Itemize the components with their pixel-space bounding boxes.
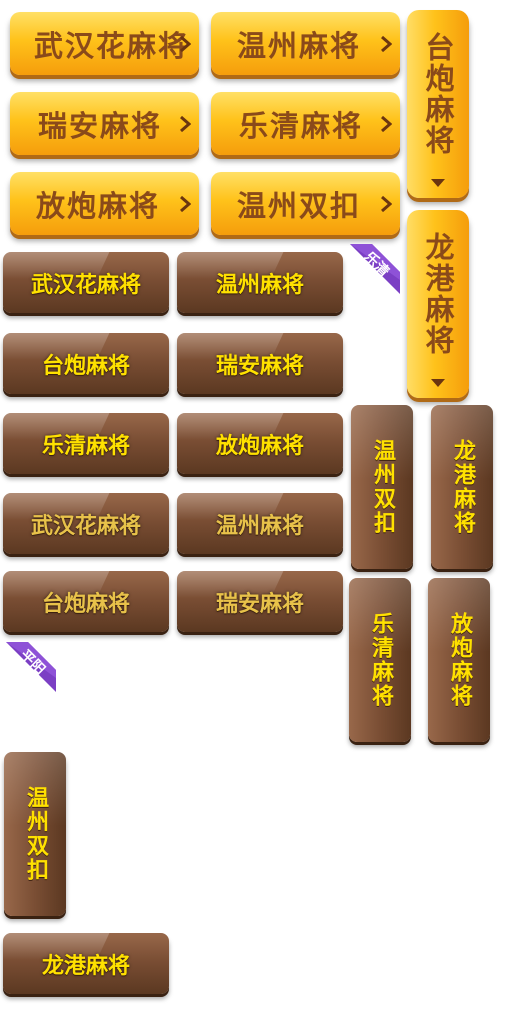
brown-button-yueqing[interactable]: 乐清麻将 (3, 413, 169, 474)
gold-button-fangpao[interactable]: 放炮麻将 (10, 172, 199, 235)
brown-button-ruian[interactable]: 瑞安麻将 (177, 333, 343, 394)
gold-button-label: 温州麻将 (237, 28, 362, 63)
gold-button-label: 乐清麻将 (239, 108, 364, 143)
brown-button-label: 武汉花麻将 (30, 513, 141, 539)
brown-button-label: 瑞安麻将 (215, 591, 304, 617)
brown-button-wenzhou[interactable]: 温州麻将 (177, 252, 343, 313)
brown-button-label: 台炮麻将 (41, 591, 130, 617)
sprite-sheet: 武汉花麻将 温州麻将 瑞安麻将 乐清麻将 放炮麻将 温州双扣 台炮麻将 龙港麻将… (0, 0, 512, 1024)
gold-button-label: 放炮麻将 (36, 188, 161, 223)
chevron-right-icon (177, 35, 193, 52)
chevron-right-icon (378, 195, 394, 212)
brown-button-longgang[interactable]: 龙港麻将 (3, 933, 169, 994)
brown-button-label: 乐清麻将 (41, 433, 130, 459)
brown-button-label: 温州麻将 (215, 272, 304, 298)
chevron-right-icon (177, 195, 193, 212)
brown-vertical-button-wenzhou-shuangkou[interactable]: 温州双扣 (351, 405, 413, 569)
gold-button-wenzhou[interactable]: 温州麻将 (211, 12, 400, 75)
brown-vertical-label: 龙港麻将 (450, 439, 475, 535)
gold-button-label: 武汉花麻将 (34, 28, 190, 63)
gold-vertical-label: 台炮麻将 (421, 32, 455, 156)
gold-button-ruian[interactable]: 瑞安麻将 (10, 92, 199, 155)
brown-vertical-label: 温州双扣 (23, 786, 48, 882)
chevron-down-icon (421, 178, 455, 188)
chevron-right-icon (378, 35, 394, 52)
brown-button-label: 放炮麻将 (215, 433, 304, 459)
brown-vertical-label: 温州双扣 (370, 439, 395, 535)
gold-button-wenzhou-shuangkou[interactable]: 温州双扣 (211, 172, 400, 235)
chevron-right-icon (378, 115, 394, 132)
brown-button-fangpao[interactable]: 放炮麻将 (177, 413, 343, 474)
brown-vertical-label: 放炮麻将 (447, 612, 472, 708)
brown-button-wenzhou-disabled[interactable]: 温州麻将 (177, 493, 343, 554)
gold-vertical-label: 龙港麻将 (421, 232, 455, 356)
brown-button-wuhan[interactable]: 武汉花麻将 (3, 252, 169, 313)
brown-vertical-button-wenzhou-shuangkou-2[interactable]: 温州双扣 (4, 752, 66, 916)
ribbon-tag-yueqing: 乐清 (346, 240, 404, 298)
brown-button-ruian-disabled[interactable]: 瑞安麻将 (177, 571, 343, 632)
gold-button-yueqing[interactable]: 乐清麻将 (211, 92, 400, 155)
gold-button-label: 瑞安麻将 (38, 108, 163, 143)
brown-button-label: 瑞安麻将 (215, 353, 304, 379)
gold-button-label: 温州双扣 (237, 188, 362, 223)
brown-button-label: 武汉花麻将 (30, 272, 141, 298)
brown-vertical-label: 乐清麻将 (368, 612, 393, 708)
chevron-down-icon (421, 378, 455, 388)
brown-button-taipao[interactable]: 台炮麻将 (3, 333, 169, 394)
brown-button-label: 龙港麻将 (41, 953, 130, 979)
gold-button-wuhan[interactable]: 武汉花麻将 (10, 12, 199, 75)
brown-vertical-button-yueqing[interactable]: 乐清麻将 (349, 578, 411, 742)
brown-vertical-button-fangpao[interactable]: 放炮麻将 (428, 578, 490, 742)
brown-button-label: 温州麻将 (215, 513, 304, 539)
ribbon-tag-pingyang: 平阳 (2, 638, 60, 696)
brown-button-label: 台炮麻将 (41, 353, 130, 379)
brown-vertical-button-longgang[interactable]: 龙港麻将 (431, 405, 493, 569)
brown-button-wuhan-disabled[interactable]: 武汉花麻将 (3, 493, 169, 554)
gold-vertical-button-taipao[interactable]: 台炮麻将 (407, 10, 469, 198)
chevron-right-icon (177, 115, 193, 132)
gold-vertical-button-longgang[interactable]: 龙港麻将 (407, 210, 469, 398)
brown-button-taipao-disabled[interactable]: 台炮麻将 (3, 571, 169, 632)
